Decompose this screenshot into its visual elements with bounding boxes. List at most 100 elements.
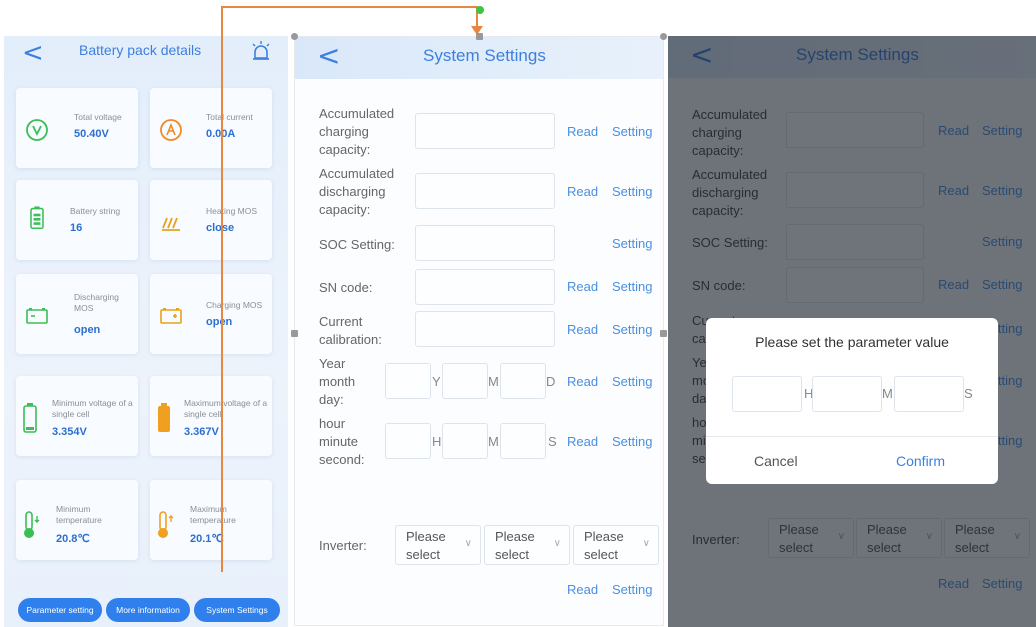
card-max-cell-voltage: Maximum voltage of a single cell 3.367V: [150, 376, 272, 456]
card-discharging-mos: Discharging MOS open: [16, 274, 138, 354]
hour-input[interactable]: [732, 376, 802, 412]
card-label: Battery string: [70, 206, 121, 216]
card-label: Total voltage: [74, 112, 122, 122]
current-calibration-input[interactable]: [415, 311, 555, 347]
page-title: System Settings: [423, 46, 546, 65]
flow-arrow-vertical: [221, 6, 223, 572]
voltage-icon: [26, 119, 48, 141]
second-unit: S: [964, 386, 973, 401]
card-heating-mos: Heating MOS close: [150, 180, 272, 260]
card-label: Heating MOS: [206, 206, 258, 216]
inverter-read[interactable]: Read: [567, 582, 598, 597]
flow-arrow-horizontal: [221, 6, 478, 8]
ymd-read[interactable]: Read: [567, 374, 598, 389]
card-value: open: [206, 316, 233, 328]
soc-input[interactable]: [415, 225, 555, 261]
thermometer-down-icon: [24, 511, 40, 538]
connector-dot: [476, 6, 484, 14]
minute-input[interactable]: [442, 423, 488, 459]
current-calibration-label: Current calibration:: [319, 314, 382, 347]
system-settings-dialog-screen: < System Settings Accumulated charging c…: [668, 36, 1036, 627]
sn-read[interactable]: Read: [567, 279, 598, 294]
bottom-button-bar: Parameter setting More information Syste…: [18, 598, 280, 622]
second-unit: S: [548, 434, 557, 449]
selection-handle[interactable]: [660, 33, 667, 40]
card-value: 16: [70, 222, 83, 234]
set-parameter-dialog: Please set the parameter value H M S Can…: [706, 318, 998, 484]
charge-battery-icon: [160, 308, 182, 324]
card-max-temperature: Maximum temperature 20.1℃: [150, 480, 272, 560]
inverter-select-3[interactable]: Please select ∨: [573, 525, 659, 565]
back-chevron-icon[interactable]: <: [22, 38, 44, 68]
minute-unit: M: [882, 386, 893, 401]
back-chevron-icon[interactable]: <: [317, 39, 340, 72]
hour-unit: H: [432, 434, 442, 449]
page-title: Battery pack details: [79, 42, 202, 58]
discharge-battery-icon: [26, 308, 48, 324]
card-label: Discharging MOS: [74, 292, 119, 313]
ymd-label: Year month day:: [319, 356, 356, 407]
sn-setting[interactable]: Setting: [612, 279, 652, 294]
confirm-button[interactable]: Confirm: [896, 453, 945, 469]
selection-handle[interactable]: [291, 33, 298, 40]
current-icon: [160, 119, 182, 141]
day-input[interactable]: [500, 363, 546, 399]
minute-input[interactable]: [812, 376, 882, 412]
hour-input[interactable]: [385, 423, 431, 459]
year-input[interactable]: [385, 363, 431, 399]
card-min-temperature: Minimum temperature 20.8℃: [16, 480, 138, 560]
day-unit: D: [546, 374, 556, 389]
selection-handle[interactable]: [476, 33, 483, 40]
header: < Battery pack details: [4, 36, 288, 72]
card-label: Maximum temperature: [190, 504, 236, 525]
card-charging-mos: Charging MOS open: [150, 274, 272, 354]
parameter-setting-button[interactable]: Parameter setting: [18, 598, 102, 622]
inverter-select-1[interactable]: Please select ∨: [395, 525, 481, 565]
acc-charge-label: Accumulated charging capacity:: [319, 106, 395, 157]
acc-discharge-setting[interactable]: Setting: [612, 184, 652, 199]
hms-label: hour minute second:: [319, 416, 365, 467]
header: < System Settings: [295, 37, 663, 79]
soc-setting[interactable]: Setting: [612, 236, 652, 251]
chevron-down-icon: ∨: [642, 538, 650, 549]
more-information-button[interactable]: More information: [106, 598, 190, 622]
acc-charge-read[interactable]: Read: [567, 124, 598, 139]
hms-setting[interactable]: Setting: [612, 434, 652, 449]
card-label: Minimum temperature: [56, 504, 102, 525]
inverter-setting[interactable]: Setting: [612, 582, 652, 597]
card-total-voltage: Total voltage 50.40V: [16, 88, 138, 168]
acc-discharge-read[interactable]: Read: [567, 184, 598, 199]
card-value: open: [74, 324, 101, 336]
card-value: 3.367V: [184, 426, 219, 438]
card-value: 20.1℃: [190, 533, 224, 545]
cell-min-icon: [23, 403, 37, 433]
selection-handle[interactable]: [660, 330, 667, 337]
acc-charge-input[interactable]: [415, 113, 555, 149]
sn-input[interactable]: [415, 269, 555, 305]
inverter-select-2[interactable]: Please select ∨: [484, 525, 570, 565]
current-calibration-read[interactable]: Read: [567, 322, 598, 337]
battery-pack-details-screen: < Battery pack details Total voltage 50.…: [4, 36, 288, 627]
card-value: 50.40V: [74, 128, 109, 140]
card-battery-string: Battery string 16: [16, 180, 138, 260]
system-settings-button[interactable]: System Settings: [194, 598, 280, 622]
hms-read[interactable]: Read: [567, 434, 598, 449]
card-total-current: Total current 0.00A: [150, 88, 272, 168]
year-unit: Y: [432, 374, 441, 389]
second-input[interactable]: [894, 376, 964, 412]
month-input[interactable]: [442, 363, 488, 399]
alarm-icon[interactable]: [250, 40, 272, 62]
cancel-button[interactable]: Cancel: [754, 453, 798, 469]
minute-unit: M: [488, 434, 499, 449]
acc-discharge-input[interactable]: [415, 173, 555, 209]
inverter-label: Inverter:: [319, 538, 367, 553]
acc-discharge-label: Accumulated discharging capacity:: [319, 166, 395, 217]
selection-handle[interactable]: [291, 330, 298, 337]
soc-label: SOC Setting:: [319, 237, 395, 252]
current-calibration-setting[interactable]: Setting: [612, 322, 652, 337]
ymd-setting[interactable]: Setting: [612, 374, 652, 389]
card-label: Charging MOS: [206, 300, 263, 310]
acc-charge-setting[interactable]: Setting: [612, 124, 652, 139]
month-unit: M: [488, 374, 499, 389]
second-input[interactable]: [500, 423, 546, 459]
